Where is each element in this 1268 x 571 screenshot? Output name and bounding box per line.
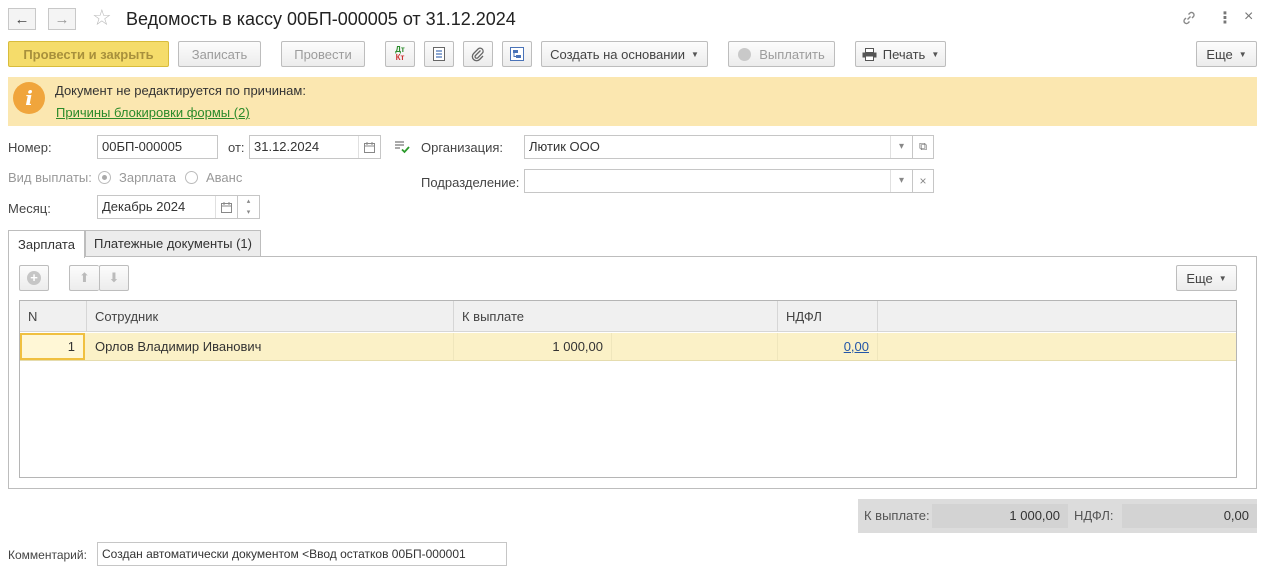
link-icon[interactable] — [1181, 10, 1197, 30]
dropdown-caret-icon: ▼ — [690, 49, 699, 59]
arrow-left-icon: ← — [14, 10, 30, 28]
attach-button[interactable] — [463, 41, 493, 67]
cell-ndfl-link[interactable]: 0,00 — [778, 333, 878, 360]
total-amount-label: К выплате: — [864, 508, 930, 523]
division-label: Подразделение: — [421, 175, 520, 190]
create-based-on-button[interactable]: Создать на основании ▼ — [541, 41, 708, 67]
chevron-down-icon[interactable]: ▾ — [890, 170, 912, 192]
favorite-star-icon[interactable]: ☆ — [92, 6, 112, 30]
coin-icon — [738, 47, 752, 61]
dropdown-caret-icon: ▼ — [931, 49, 940, 59]
cell-n[interactable]: 1 — [20, 333, 85, 360]
cell-employee[interactable]: Орлов Владимир Иванович — [87, 333, 454, 360]
arrow-up-icon: ⬆ — [79, 270, 90, 285]
banner-message: Документ не редактируется по причинам: — [55, 83, 306, 98]
tab-payment-documents[interactable]: Платежные документы (1) — [85, 230, 261, 256]
add-row-button[interactable]: + — [19, 265, 49, 291]
more-button[interactable]: Еще ▼ — [1196, 41, 1257, 67]
open-window-icon: ⧉ — [919, 141, 927, 153]
lock-reasons-link[interactable]: Причины блокировки формы (2) — [56, 105, 250, 120]
print-button[interactable]: Печать ▼ — [855, 41, 946, 67]
table-header: N Сотрудник К выплате НДФЛ — [20, 301, 1236, 332]
cell-empty[interactable] — [612, 333, 778, 360]
back-button[interactable]: ← — [8, 8, 36, 30]
total-amount-value: 1 000,00 — [932, 504, 1068, 528]
column-header-n[interactable]: N — [20, 301, 87, 332]
month-spinner[interactable]: ▴ ▾ — [237, 195, 260, 219]
month-field[interactable]: Декабрь 2024 — [97, 195, 238, 219]
spin-down-icon[interactable]: ▾ — [238, 207, 259, 218]
clear-division-button[interactable]: × — [912, 169, 934, 193]
printer-icon — [862, 47, 877, 61]
column-header-amount[interactable]: К выплате — [454, 301, 778, 332]
tab-salary[interactable]: Зарплата — [8, 230, 85, 258]
hierarchy-icon — [510, 47, 524, 61]
calendar-icon[interactable] — [215, 196, 237, 218]
payment-advance-label: Аванс — [206, 170, 243, 185]
close-icon[interactable]: × — [1244, 8, 1253, 26]
dropdown-caret-icon: ▼ — [1238, 49, 1247, 59]
move-down-button[interactable]: ⬇ — [99, 265, 129, 291]
cell-amount[interactable]: 1 000,00 — [454, 333, 612, 360]
add-circle-icon: + — [27, 271, 41, 285]
column-header-ndfl[interactable]: НДФЛ — [778, 301, 878, 332]
more-vertical-icon[interactable]: ⋮ — [1217, 8, 1233, 28]
arrow-right-icon: → — [54, 10, 70, 28]
save-button[interactable]: Записать — [178, 41, 261, 67]
list-document-icon — [433, 47, 445, 61]
payment-salary-label: Зарплата — [119, 170, 176, 185]
totals-panel: К выплате: 1 000,00 НДФЛ: 0,00 — [858, 499, 1257, 533]
info-icon: i — [13, 82, 45, 114]
payment-salary-radio[interactable] — [98, 171, 111, 184]
move-up-button[interactable]: ⬆ — [69, 265, 99, 291]
window-title: Ведомость в кассу 00БП-000005 от 31.12.2… — [126, 9, 516, 29]
total-ndfl-value: 0,00 — [1122, 504, 1257, 528]
structure-button[interactable] — [502, 41, 532, 67]
comment-label: Комментарий: — [8, 548, 87, 562]
payment-advance-radio[interactable] — [185, 171, 198, 184]
paperclip-icon — [471, 47, 484, 62]
total-ndfl-label: НДФЛ: — [1074, 508, 1114, 523]
lock-warning-banner: i Документ не редактируется по причинам:… — [8, 77, 1257, 126]
table-more-button[interactable]: Еще ▼ — [1176, 265, 1237, 291]
forward-button[interactable]: → — [48, 8, 76, 30]
table-row[interactable]: 1 Орлов Владимир Иванович 1 000,00 0,00 — [20, 333, 1236, 361]
salary-table: N Сотрудник К выплате НДФЛ 1 Орлов Влади… — [19, 300, 1237, 478]
date-label: от: — [228, 140, 245, 155]
comment-field[interactable]: Создан автоматически документом <Ввод ос… — [97, 542, 507, 566]
dt-kt-icon: Дт Кт — [395, 45, 405, 62]
number-label: Номер: — [8, 140, 52, 155]
calendar-icon[interactable] — [358, 136, 380, 158]
division-field[interactable]: ▾ — [524, 169, 913, 193]
clear-icon: × — [919, 174, 927, 188]
dropdown-caret-icon: ▼ — [1218, 273, 1227, 283]
chevron-down-icon[interactable]: ▾ — [890, 136, 912, 158]
month-label: Месяц: — [8, 201, 51, 216]
organization-field[interactable]: Лютик ООО ▾ — [524, 135, 913, 159]
payment-type-label: Вид выплаты: — [8, 170, 92, 185]
journal-button[interactable] — [424, 41, 454, 67]
open-organization-button[interactable]: ⧉ — [912, 135, 934, 159]
organization-label: Организация: — [421, 140, 504, 155]
spin-up-icon[interactable]: ▴ — [238, 196, 259, 207]
pay-button[interactable]: Выплатить — [728, 41, 835, 67]
column-header-employee[interactable]: Сотрудник — [87, 301, 454, 332]
post-button[interactable]: Провести — [281, 41, 365, 67]
date-field[interactable]: 31.12.2024 — [249, 135, 381, 159]
post-and-close-button[interactable]: Провести и закрыть — [8, 41, 169, 67]
number-field[interactable]: 00БП-000005 — [97, 135, 218, 159]
dt-kt-button[interactable]: Дт Кт — [385, 41, 415, 67]
check-document-icon[interactable] — [394, 140, 410, 157]
arrow-down-icon: ⬇ — [108, 270, 120, 285]
